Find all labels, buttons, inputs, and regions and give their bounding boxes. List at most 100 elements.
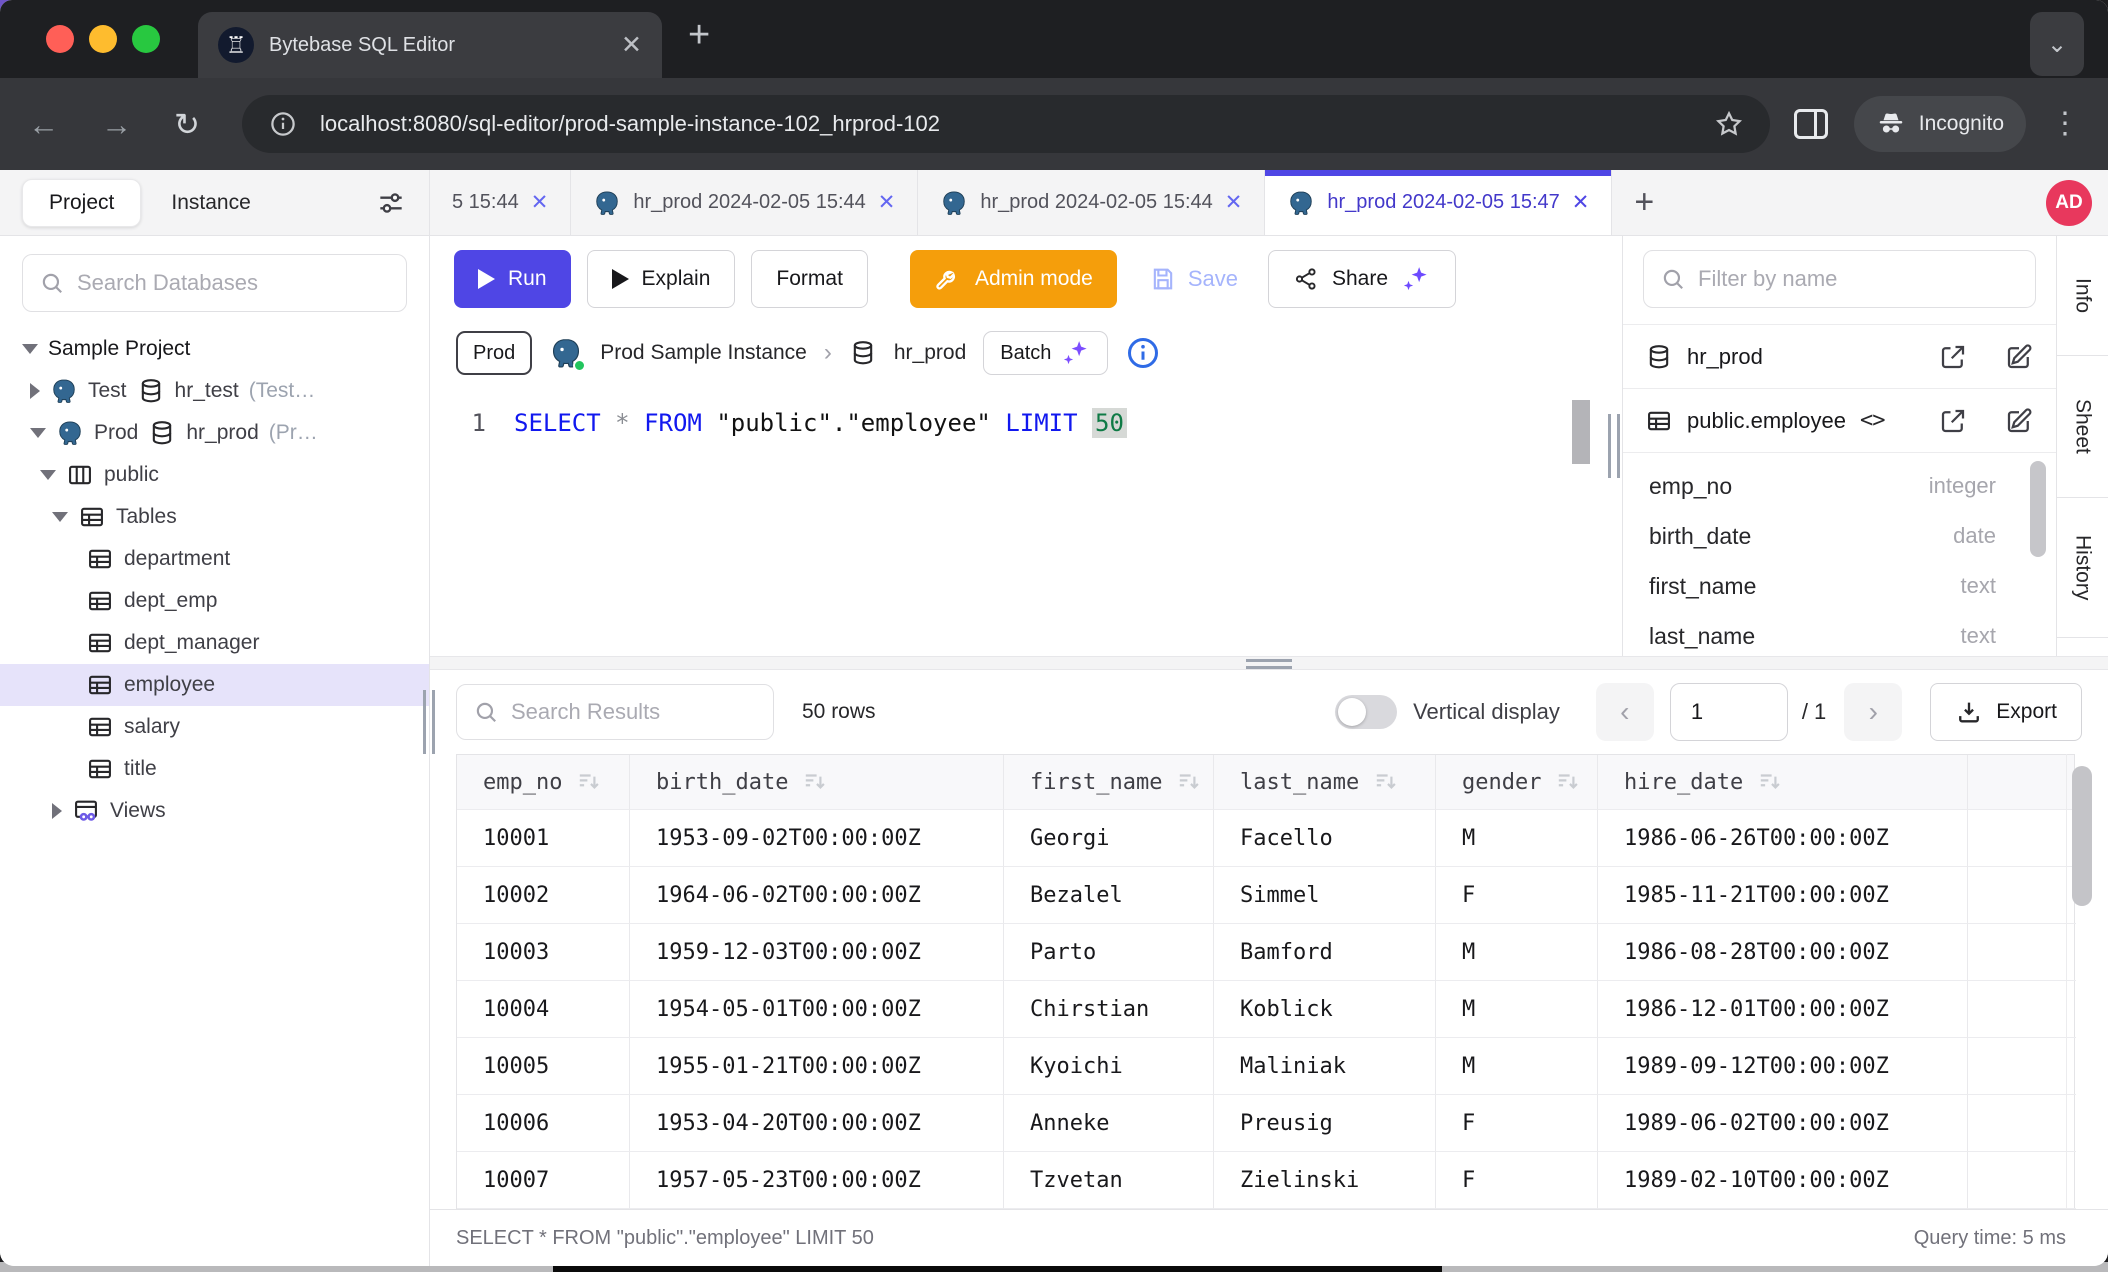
column-row-birth_date[interactable]: birth_datedate	[1649, 511, 2030, 561]
bookmark-star-icon[interactable]	[1714, 109, 1744, 139]
tab-instance[interactable]: Instance	[141, 191, 280, 215]
query-tab-3[interactable]: hr_prod 2024-02-05 15:44✕	[918, 170, 1265, 235]
table-cell[interactable]: 1986-12-01T00:00:00Z	[1598, 981, 1968, 1038]
sort-icon[interactable]	[802, 769, 828, 795]
format-button[interactable]: Format	[751, 250, 868, 308]
table-cell[interactable]: Bezalel	[1004, 867, 1214, 924]
side-tab-history[interactable]: History	[2057, 498, 2108, 638]
table-cell[interactable]: 1953-09-02T00:00:00Z	[630, 810, 1004, 867]
table-row-6[interactable]: 100061953-04-20T00:00:00ZAnnekePreusigF1…	[457, 1095, 2074, 1152]
table-cell[interactable]: 1985-11-21T00:00:00Z	[1598, 867, 1968, 924]
schema-database-row[interactable]: hr_prod	[1623, 325, 2056, 389]
sort-icon[interactable]	[1757, 769, 1783, 795]
panel-scrollbar[interactable]	[2030, 461, 2046, 557]
external-link-icon[interactable]	[1938, 406, 1968, 436]
column-row-first_name[interactable]: first_nametext	[1649, 561, 2030, 611]
table-cell[interactable]: F	[1436, 1095, 1598, 1152]
sort-icon[interactable]	[1555, 769, 1581, 795]
table-cell[interactable]: Georgi	[1004, 810, 1214, 867]
sort-icon[interactable]	[576, 769, 602, 795]
tree-item-prod[interactable]: Prodhr_prod(Pr…	[0, 412, 429, 454]
column-header-first_name[interactable]: first_name	[1004, 755, 1214, 810]
table-cell[interactable]: 1989-06-02T00:00:00Z	[1598, 1095, 1968, 1152]
editor-scrollbar[interactable]	[1572, 400, 1590, 464]
close-window-button[interactable]	[46, 25, 74, 53]
minimize-window-button[interactable]	[89, 25, 117, 53]
save-button[interactable]: Save	[1149, 265, 1238, 293]
sql-editor[interactable]: 1 SELECT * FROM "public"."employee" LIMI…	[430, 384, 1622, 656]
table-cell[interactable]: 10002	[457, 867, 630, 924]
table-cell[interactable]: F	[1436, 867, 1598, 924]
query-tab-2[interactable]: hr_prod 2024-02-05 15:44✕	[571, 170, 918, 235]
table-cell[interactable]: Tzvetan	[1004, 1152, 1214, 1209]
table-cell[interactable]: 10001	[457, 810, 630, 867]
panel-resize-handle[interactable]	[1608, 414, 1620, 478]
query-tab-1[interactable]: 5 15:44✕	[430, 170, 571, 235]
table-cell[interactable]: 10003	[457, 924, 630, 981]
close-query-tab-icon[interactable]: ✕	[531, 190, 549, 215]
table-scrollbar-thumb[interactable]	[2072, 766, 2092, 906]
next-page-button[interactable]: ›	[1844, 683, 1902, 741]
column-row-emp_no[interactable]: emp_nointeger	[1649, 461, 2030, 511]
instance-name[interactable]: Prod Sample Instance	[600, 341, 807, 365]
table-cell[interactable]: 1989-09-12T00:00:00Z	[1598, 1038, 1968, 1095]
tree-item-public[interactable]: public	[0, 454, 429, 496]
table-cell[interactable]: 1957-05-23T00:00:00Z	[630, 1152, 1004, 1209]
table-row-3[interactable]: 100031959-12-03T00:00:00ZPartoBamfordM19…	[457, 924, 2074, 981]
table-cell[interactable]: 1986-08-28T00:00:00Z	[1598, 924, 1968, 981]
tree-item-dept-emp[interactable]: dept_emp	[0, 580, 429, 622]
column-header-hire_date[interactable]: hire_date	[1598, 755, 1968, 810]
page-number-input[interactable]	[1670, 683, 1788, 741]
search-results-input[interactable]	[511, 699, 757, 725]
caret-right-icon[interactable]	[30, 383, 40, 399]
edit-icon[interactable]	[2004, 406, 2034, 436]
table-cell[interactable]: Zielinski	[1214, 1152, 1436, 1209]
external-link-icon[interactable]	[1938, 342, 1968, 372]
close-query-tab-icon[interactable]: ✕	[1572, 190, 1590, 215]
table-cell[interactable]: 10007	[457, 1152, 630, 1209]
browser-tab[interactable]: ♖ Bytebase SQL Editor ✕	[198, 12, 662, 78]
filter-settings-icon[interactable]	[375, 187, 407, 219]
tree-item-title[interactable]: title	[0, 748, 429, 790]
table-scrollbar-track[interactable]	[2066, 754, 2096, 1209]
query-tab-4[interactable]: hr_prod 2024-02-05 15:47✕	[1265, 170, 1612, 235]
share-button[interactable]: Share	[1268, 250, 1456, 308]
table-row-5[interactable]: 100051955-01-21T00:00:00ZKyoichiMaliniak…	[457, 1038, 2074, 1095]
info-circle-icon[interactable]	[1125, 335, 1161, 371]
forward-icon[interactable]: →	[101, 109, 132, 140]
table-cell[interactable]: Facello	[1214, 810, 1436, 867]
admin-mode-button[interactable]: Admin mode	[910, 250, 1117, 308]
side-tab-sheet[interactable]: Sheet	[2057, 356, 2108, 498]
back-icon[interactable]: ←	[28, 109, 59, 140]
reload-icon[interactable]: ↻	[174, 109, 200, 140]
sort-icon[interactable]	[1176, 769, 1202, 795]
search-databases-input[interactable]	[77, 270, 390, 296]
column-row-last_name[interactable]: last_nametext	[1649, 611, 2030, 656]
table-cell[interactable]: F	[1436, 1152, 1598, 1209]
table-row-4[interactable]: 100041954-05-01T00:00:00ZChirstianKoblic…	[457, 981, 2074, 1038]
database-search[interactable]	[22, 254, 407, 312]
column-header-last_name[interactable]: last_name	[1214, 755, 1436, 810]
new-browser-tab-button[interactable]: +	[688, 14, 710, 57]
vertical-display-toggle[interactable]	[1335, 695, 1397, 729]
close-query-tab-icon[interactable]: ✕	[878, 190, 896, 215]
caret-down-icon[interactable]	[22, 344, 38, 354]
caret-down-icon[interactable]	[52, 512, 68, 522]
table-row-1[interactable]: 100011953-09-02T00:00:00ZGeorgiFacelloM1…	[457, 810, 2074, 867]
caret-right-icon[interactable]	[52, 803, 62, 819]
table-cell[interactable]: 1954-05-01T00:00:00Z	[630, 981, 1004, 1038]
user-avatar[interactable]: AD	[2046, 180, 2092, 226]
table-cell[interactable]: 1989-02-10T00:00:00Z	[1598, 1152, 1968, 1209]
view-code-icon[interactable]: <>	[1860, 408, 1885, 433]
database-name[interactable]: hr_prod	[894, 341, 966, 365]
caret-down-icon[interactable]	[30, 428, 46, 438]
results-splitter[interactable]	[430, 656, 2108, 670]
batch-button[interactable]: Batch	[983, 331, 1108, 375]
filter-box[interactable]	[1643, 250, 2036, 308]
new-query-tab-button[interactable]: +	[1612, 170, 1676, 235]
export-button[interactable]: Export	[1930, 683, 2082, 741]
table-cell[interactable]: M	[1436, 924, 1598, 981]
table-cell[interactable]: Maliniak	[1214, 1038, 1436, 1095]
table-cell[interactable]: Anneke	[1004, 1095, 1214, 1152]
table-cell[interactable]: Bamford	[1214, 924, 1436, 981]
